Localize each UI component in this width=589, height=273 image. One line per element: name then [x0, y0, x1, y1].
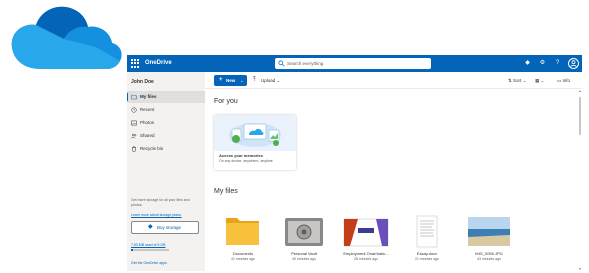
- folder-icon: [226, 218, 259, 245]
- scroll-down-icon[interactable]: ▼: [578, 267, 582, 271]
- search-icon: [278, 60, 285, 67]
- sidebar-item-label: Recycle bin: [140, 146, 164, 151]
- scroll-up-icon[interactable]: ▲: [578, 89, 582, 93]
- buy-storage-button[interactable]: ◆ Buy storage: [131, 221, 199, 234]
- file-tile-essay[interactable]: Essay.docx 21 minutes ago: [397, 214, 457, 269]
- gear-icon[interactable]: ⚙: [537, 58, 548, 69]
- sidebar-item-my-files[interactable]: My files: [127, 91, 205, 103]
- command-bar: + New ⌄ ⤒ Upload ⌄ ⇅ Sort ⌄ ▦ ⌄ ▭ Info: [205, 72, 582, 89]
- file-name: IMG_0055.JPG: [475, 251, 503, 256]
- memories-illustration: [214, 115, 296, 151]
- file-tile-personal-vault[interactable]: Personal Vault 40 minutes ago: [274, 214, 334, 269]
- people-icon: [131, 133, 137, 139]
- chevron-down-icon: ⌄: [540, 78, 545, 83]
- sidebar-item-photos[interactable]: Photos: [127, 117, 205, 129]
- app-name[interactable]: OneDrive: [145, 58, 172, 69]
- sidebar: John Doe My files Recent Photos Shared R…: [127, 72, 205, 271]
- sidebar-item-recent[interactable]: Recent: [127, 104, 205, 116]
- diamond-icon[interactable]: ◆: [522, 58, 533, 69]
- plus-icon: +: [219, 77, 223, 83]
- upload-label: Upload: [261, 78, 276, 83]
- sort-label: Sort: [513, 78, 522, 83]
- storage-promo-text: Get more storage for all your files and …: [131, 198, 190, 207]
- file-tile-documents[interactable]: Documents 41 minutes ago: [213, 214, 273, 269]
- user-name: John Doe: [131, 79, 154, 85]
- sidebar-item-label: Photos: [140, 120, 155, 125]
- onedrive-logo: [11, 6, 122, 70]
- vertical-scrollbar[interactable]: ▲ ▼: [578, 89, 582, 271]
- memories-card-subtitle: On any device, anywhere, anytime: [219, 159, 273, 163]
- folder-icon: [131, 94, 137, 100]
- grid-view-icon: ▦: [535, 78, 540, 83]
- sort-button[interactable]: ⇅ Sort ⌄: [508, 75, 526, 86]
- info-button[interactable]: ▭ Info: [557, 75, 570, 86]
- avatar[interactable]: [568, 58, 579, 69]
- chevron-down-icon: ⌄: [240, 78, 244, 83]
- sidebar-item-label: Shared: [140, 133, 155, 138]
- memories-card-title: Access your memories: [219, 153, 263, 158]
- sort-icon: ⇅: [508, 78, 512, 83]
- person-icon: [570, 60, 577, 67]
- file-tile-image[interactable]: IMG_0055.JPG 43 minutes ago: [459, 214, 519, 269]
- for-you-heading: For you: [214, 98, 238, 105]
- help-icon[interactable]: ?: [552, 58, 563, 69]
- get-apps-link[interactable]: Get the OneDrive apps: [131, 261, 167, 265]
- document-thumbnail: [416, 215, 438, 248]
- file-modified: 43 minutes ago: [477, 257, 501, 261]
- buy-storage-label: Buy storage: [157, 225, 182, 230]
- sidebar-item-recycle-bin[interactable]: Recycle bin: [127, 143, 205, 155]
- storage-plans-link[interactable]: Learn more about storage plans.: [131, 213, 182, 217]
- storage-meter-fill: [131, 249, 133, 251]
- file-tile-presentation[interactable]: Employment Onarrhatic... 28 minutes ago: [336, 214, 396, 269]
- sidebar-item-label: My files: [140, 94, 157, 99]
- main-content: For you Access your memories On any devi…: [205, 89, 582, 271]
- memories-card[interactable]: Access your memories On any device, anyw…: [214, 115, 296, 170]
- file-modified: 40 minutes ago: [292, 257, 316, 261]
- file-name: Essay.docx: [416, 251, 438, 256]
- vault-icon: [285, 218, 323, 246]
- diamond-icon: ◆: [148, 224, 153, 230]
- sidebar-item-shared[interactable]: Shared: [127, 130, 205, 142]
- scrollbar-thumb[interactable]: [579, 97, 581, 135]
- photo-thumbnail: [468, 217, 510, 246]
- file-modified: 21 minutes ago: [415, 257, 439, 261]
- info-label: Info: [562, 78, 571, 83]
- waffle-icon[interactable]: [131, 59, 140, 68]
- chevron-down-icon: ⌄: [522, 78, 527, 83]
- chevron-down-icon: ⌄: [276, 78, 281, 83]
- top-bar: OneDrive Search everything ◆ ⚙ ?: [127, 55, 582, 72]
- trash-icon: [132, 146, 136, 152]
- onedrive-window: OneDrive Search everything ◆ ⚙ ? John Do…: [127, 55, 582, 271]
- new-label: New: [226, 78, 236, 83]
- file-name: Personal Vault: [291, 251, 317, 256]
- sidebar-item-label: Recent: [140, 107, 155, 112]
- my-files-heading: My files: [214, 188, 238, 195]
- view-options-button[interactable]: ▦ ⌄: [535, 75, 544, 86]
- upload-icon: ⤒: [253, 77, 256, 83]
- search-input[interactable]: Search everything: [275, 58, 431, 69]
- file-modified: 41 minutes ago: [231, 257, 255, 261]
- info-panel-icon: ▭: [557, 78, 562, 83]
- search-placeholder: Search everything: [287, 61, 324, 66]
- image-icon: [131, 120, 137, 126]
- file-name: Employment Onarrhatic...: [343, 251, 389, 256]
- storage-meter: [131, 249, 169, 251]
- file-name: Documents: [232, 251, 254, 256]
- storage-usage-link[interactable]: 7.53 MB used of 5 GB: [131, 243, 165, 247]
- new-button[interactable]: + New ⌄: [214, 75, 247, 86]
- file-modified: 28 minutes ago: [354, 257, 378, 261]
- presentation-thumbnail: [343, 218, 389, 247]
- clock-icon: [131, 107, 137, 113]
